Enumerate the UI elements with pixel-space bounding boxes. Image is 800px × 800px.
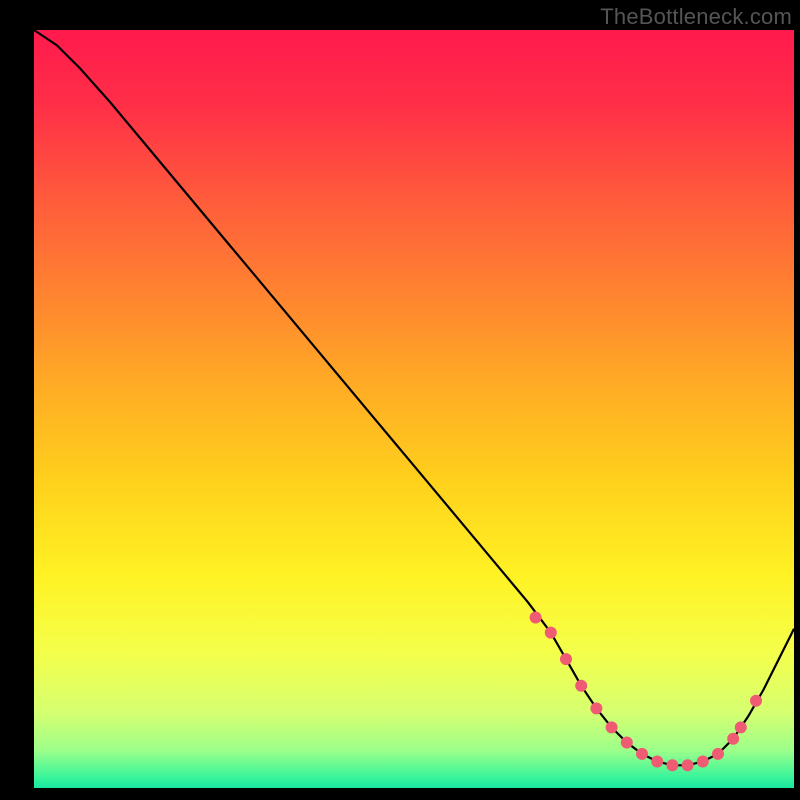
curve-marker xyxy=(651,756,663,768)
curve-marker xyxy=(712,748,724,760)
chart-frame: TheBottleneck.com xyxy=(0,0,800,800)
curve-marker xyxy=(545,627,557,639)
curve-marker xyxy=(750,695,762,707)
curve-marker xyxy=(636,748,648,760)
curve-marker xyxy=(735,721,747,733)
bottleneck-chart xyxy=(0,0,800,800)
curve-marker xyxy=(590,702,602,714)
plot-background xyxy=(34,30,794,788)
curve-marker xyxy=(530,612,542,624)
curve-marker xyxy=(575,680,587,692)
curve-marker xyxy=(682,759,694,771)
curve-marker xyxy=(606,721,618,733)
curve-marker xyxy=(621,737,633,749)
curve-marker xyxy=(666,759,678,771)
curve-marker xyxy=(727,733,739,745)
curve-marker xyxy=(560,653,572,665)
curve-marker xyxy=(697,756,709,768)
attribution-text: TheBottleneck.com xyxy=(600,4,792,30)
